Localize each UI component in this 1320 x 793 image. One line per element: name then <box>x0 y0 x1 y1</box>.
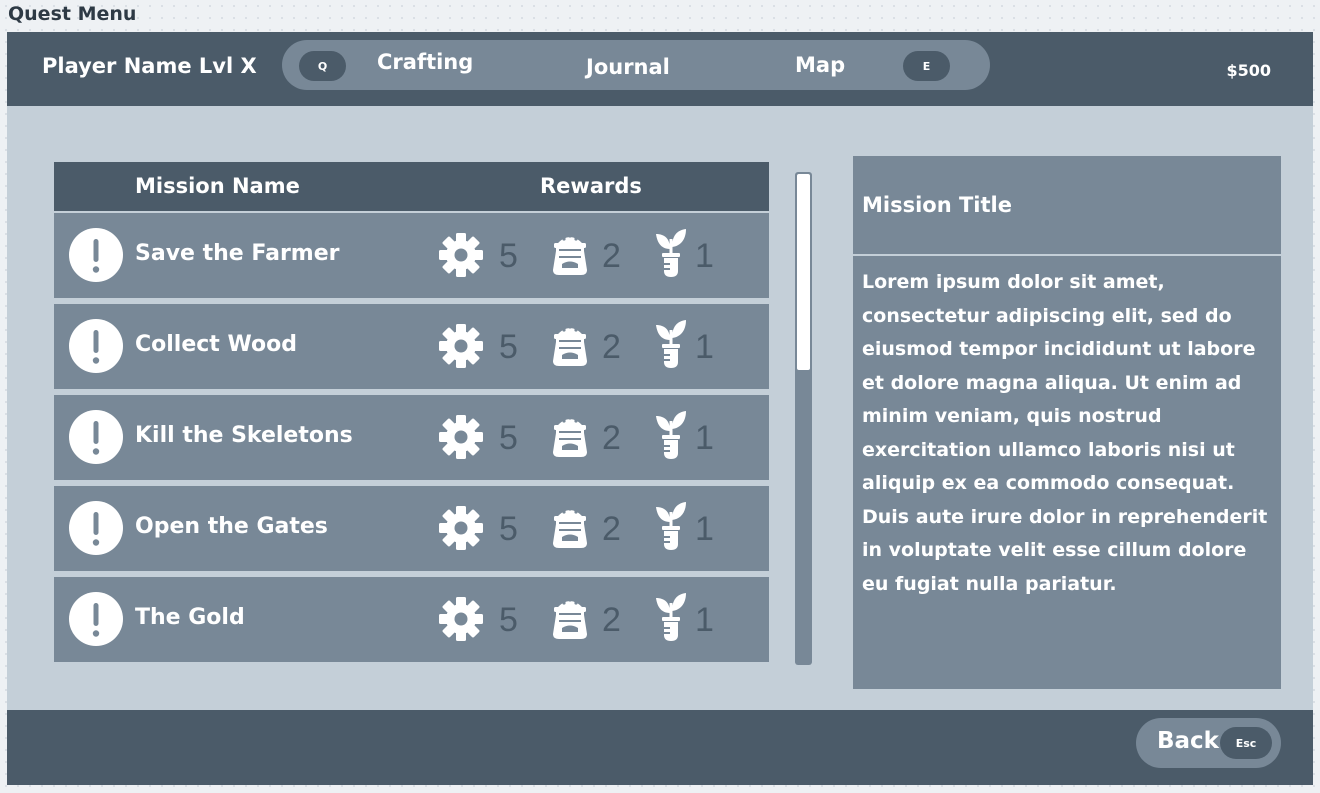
sprout-icon <box>655 500 687 556</box>
reward-amount: 5 <box>499 601 518 639</box>
tab-map[interactable]: Map <box>795 53 845 77</box>
page-title: Quest Menu <box>8 3 137 25</box>
player-name-level: Player Name Lvl X <box>42 54 257 78</box>
mission-detail-title: Mission Title <box>862 193 1012 217</box>
alert-icon <box>69 319 123 373</box>
mission-row[interactable]: Save the Farmer 5 2 1 <box>54 213 769 298</box>
reward-amount: 2 <box>602 419 621 457</box>
reward-amount: 1 <box>695 237 714 275</box>
mission-name: Collect Wood <box>135 332 297 357</box>
sack-icon <box>549 228 591 282</box>
tab-bar: Q Crafting Journal Map E <box>282 40 990 90</box>
gear-icon <box>437 504 485 556</box>
sprout-icon <box>655 409 687 465</box>
mission-detail-panel: Lorem ipsum dolor sit amet, consectetur … <box>853 256 1281 689</box>
alert-icon <box>69 501 123 555</box>
sprout-icon <box>655 227 687 283</box>
reward-amount: 1 <box>695 510 714 548</box>
alert-icon <box>69 228 123 282</box>
mission-detail-description: Lorem ipsum dolor sit amet, consectetur … <box>862 271 1268 595</box>
sack-icon <box>549 501 591 555</box>
reward-amount: 2 <box>602 601 621 639</box>
top-bar: Player Name Lvl X Q Crafting Journal Map… <box>7 32 1313 106</box>
mission-row[interactable]: The Gold 5 2 1 <box>54 577 769 662</box>
mission-name: The Gold <box>135 605 245 630</box>
reward-amount: 5 <box>499 510 518 548</box>
rewards-header: Rewards <box>540 174 642 198</box>
mission-detail-header: Mission Title <box>853 156 1281 254</box>
gear-icon <box>437 322 485 374</box>
sprout-icon <box>655 318 687 374</box>
money-amount: $500 <box>1226 61 1271 80</box>
mission-row[interactable]: Kill the Skeletons 5 2 1 <box>54 395 769 480</box>
gear-icon <box>437 595 485 647</box>
quest-menu-window: Player Name Lvl X Q Crafting Journal Map… <box>7 32 1313 785</box>
sack-icon <box>549 319 591 373</box>
gear-icon <box>437 413 485 465</box>
alert-icon <box>69 410 123 464</box>
sprout-icon <box>655 591 687 647</box>
back-button[interactable]: Back Esc <box>1136 718 1281 768</box>
bottom-bar: Back Esc <box>7 710 1313 785</box>
mission-row[interactable]: Open the Gates 5 2 1 <box>54 486 769 571</box>
mission-name: Open the Gates <box>135 514 328 539</box>
next-tab-key-e[interactable]: E <box>903 51 950 81</box>
reward-amount: 5 <box>499 419 518 457</box>
reward-amount: 2 <box>602 328 621 366</box>
reward-amount: 5 <box>499 237 518 275</box>
tab-journal[interactable]: Journal <box>586 55 670 79</box>
tab-crafting[interactable]: Crafting <box>377 50 473 74</box>
reward-amount: 5 <box>499 328 518 366</box>
mission-name: Kill the Skeletons <box>135 423 353 448</box>
mission-name-header: Mission Name <box>135 174 300 198</box>
mission-list: Save the Farmer 5 2 1 Collect Wood 5 2 1 Kill th… <box>54 213 769 668</box>
gear-icon <box>437 231 485 283</box>
esc-key-hint: Esc <box>1220 727 1272 759</box>
back-label: Back <box>1157 728 1219 754</box>
sack-icon <box>549 410 591 464</box>
reward-amount: 2 <box>602 237 621 275</box>
reward-amount: 1 <box>695 328 714 366</box>
mission-table-header: Mission Name Rewards <box>54 162 769 211</box>
prev-tab-key-q[interactable]: Q <box>299 51 346 81</box>
reward-amount: 1 <box>695 419 714 457</box>
mission-row[interactable]: Collect Wood 5 2 1 <box>54 304 769 389</box>
mission-list-scrollbar[interactable] <box>795 172 812 665</box>
sack-icon <box>549 592 591 646</box>
scrollbar-thumb[interactable] <box>797 174 810 370</box>
reward-amount: 1 <box>695 601 714 639</box>
reward-amount: 2 <box>602 510 621 548</box>
alert-icon <box>69 592 123 646</box>
mission-name: Save the Farmer <box>135 241 340 266</box>
